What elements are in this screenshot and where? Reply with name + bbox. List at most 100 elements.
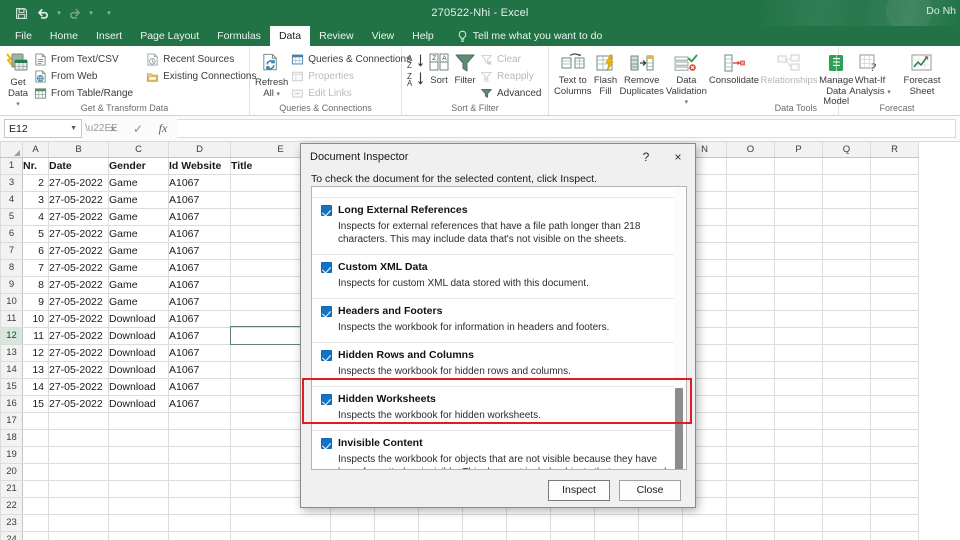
- cell-I24[interactable]: [463, 531, 507, 540]
- cell-A3[interactable]: 2: [23, 174, 49, 191]
- row-header-20[interactable]: 20: [1, 463, 23, 480]
- name-box[interactable]: E12 ▼: [4, 119, 82, 138]
- cell-A5[interactable]: 4: [23, 208, 49, 225]
- save-icon[interactable]: [10, 2, 32, 24]
- cell-C24[interactable]: [109, 531, 169, 540]
- cell-P12[interactable]: [775, 327, 823, 344]
- cell-C6[interactable]: Game: [109, 225, 169, 242]
- cell-O13[interactable]: [727, 344, 775, 361]
- close-button[interactable]: Close: [619, 480, 681, 501]
- inspector-options-list[interactable]: Inspects the document for ink.Long Exter…: [311, 186, 687, 470]
- cell-C17[interactable]: [109, 412, 169, 429]
- cell-D20[interactable]: [169, 463, 231, 480]
- cell-C11[interactable]: Download: [109, 310, 169, 327]
- cell-O23[interactable]: [727, 514, 775, 531]
- row-header-8[interactable]: 8: [1, 259, 23, 276]
- tab-data[interactable]: Data: [270, 26, 310, 46]
- customize-qat-icon[interactable]: ▾: [104, 9, 114, 17]
- row-header-22[interactable]: 22: [1, 497, 23, 514]
- tab-page-layout[interactable]: Page Layout: [131, 26, 208, 46]
- cell-L24[interactable]: [595, 531, 639, 540]
- cell-C1[interactable]: Gender: [109, 157, 169, 174]
- sort-ascending-icon[interactable]: AZ: [407, 52, 425, 69]
- cell-C19[interactable]: [109, 446, 169, 463]
- row-header-17[interactable]: 17: [1, 412, 23, 429]
- advanced-filter-button[interactable]: Advanced: [479, 85, 545, 101]
- cell-R17[interactable]: [871, 412, 919, 429]
- cell-R15[interactable]: [871, 378, 919, 395]
- cell-A16[interactable]: 15: [23, 395, 49, 412]
- inspector-option-partial[interactable]: Inspects the document for ink.: [312, 186, 687, 198]
- insert-function-icon[interactable]: fx: [152, 121, 174, 136]
- cell-C9[interactable]: Game: [109, 276, 169, 293]
- column-header-q[interactable]: Q: [823, 142, 871, 157]
- cell-O20[interactable]: [727, 463, 775, 480]
- cell-C18[interactable]: [109, 429, 169, 446]
- data-validation-button[interactable]: DataValidation ▾: [666, 49, 707, 109]
- cell-A4[interactable]: 3: [23, 191, 49, 208]
- row-header-10[interactable]: 10: [1, 293, 23, 310]
- cell-C3[interactable]: Game: [109, 174, 169, 191]
- cell-Q16[interactable]: [823, 395, 871, 412]
- cell-F24[interactable]: [331, 531, 375, 540]
- formula-bar-expand-icon[interactable]: \u22EE: [85, 123, 99, 134]
- cell-K23[interactable]: [551, 514, 595, 531]
- cell-Q3[interactable]: [823, 174, 871, 191]
- cell-B5[interactable]: 27-05-2022: [49, 208, 109, 225]
- cell-Q7[interactable]: [823, 242, 871, 259]
- cell-Q13[interactable]: [823, 344, 871, 361]
- inspector-option-hidden-worksheets[interactable]: Hidden WorksheetsInspects the workbook f…: [312, 387, 687, 431]
- cell-B10[interactable]: 27-05-2022: [49, 293, 109, 310]
- cell-R24[interactable]: [871, 531, 919, 540]
- cell-P7[interactable]: [775, 242, 823, 259]
- cell-B8[interactable]: 27-05-2022: [49, 259, 109, 276]
- cell-D13[interactable]: A1067: [169, 344, 231, 361]
- cell-D24[interactable]: [169, 531, 231, 540]
- cell-O5[interactable]: [727, 208, 775, 225]
- column-header-a[interactable]: A: [23, 142, 49, 157]
- cell-B11[interactable]: 27-05-2022: [49, 310, 109, 327]
- cell-C23[interactable]: [109, 514, 169, 531]
- flash-fill-button[interactable]: FlashFill: [594, 49, 618, 97]
- cell-D7[interactable]: A1067: [169, 242, 231, 259]
- checkbox-hidden-rows-and-columns[interactable]: [321, 350, 332, 361]
- cell-R20[interactable]: [871, 463, 919, 480]
- cell-H23[interactable]: [419, 514, 463, 531]
- cell-E24[interactable]: [231, 531, 331, 540]
- cell-K24[interactable]: [551, 531, 595, 540]
- close-icon[interactable]: ×: [661, 144, 695, 169]
- cell-D15[interactable]: A1067: [169, 378, 231, 395]
- row-header-23[interactable]: 23: [1, 514, 23, 531]
- cell-B21[interactable]: [49, 480, 109, 497]
- cell-R6[interactable]: [871, 225, 919, 242]
- cell-B14[interactable]: 27-05-2022: [49, 361, 109, 378]
- tab-file[interactable]: File: [6, 26, 41, 46]
- cell-R14[interactable]: [871, 361, 919, 378]
- row-header-5[interactable]: 5: [1, 208, 23, 225]
- cell-R1[interactable]: [871, 157, 919, 174]
- cell-P4[interactable]: [775, 191, 823, 208]
- column-header-b[interactable]: B: [49, 142, 109, 157]
- cell-P20[interactable]: [775, 463, 823, 480]
- tab-home[interactable]: Home: [41, 26, 87, 46]
- tell-me-search[interactable]: Tell me what you want to do: [457, 26, 603, 46]
- text-to-columns-button[interactable]: Text toColumns: [554, 49, 592, 97]
- cell-B9[interactable]: 27-05-2022: [49, 276, 109, 293]
- column-header-o[interactable]: O: [727, 142, 775, 157]
- cell-O17[interactable]: [727, 412, 775, 429]
- cell-A7[interactable]: 6: [23, 242, 49, 259]
- from-table-range-button[interactable]: From Table/Range: [33, 85, 137, 101]
- cell-D11[interactable]: A1067: [169, 310, 231, 327]
- cell-C4[interactable]: Game: [109, 191, 169, 208]
- cell-D8[interactable]: A1067: [169, 259, 231, 276]
- row-header-3[interactable]: 3: [1, 174, 23, 191]
- inspector-option-long-external-references[interactable]: Long External ReferencesInspects for ext…: [312, 198, 687, 255]
- cell-B24[interactable]: [49, 531, 109, 540]
- cell-O4[interactable]: [727, 191, 775, 208]
- consolidate-button[interactable]: Consolidate: [709, 49, 759, 87]
- cell-Q20[interactable]: [823, 463, 871, 480]
- checkbox-long-external-references[interactable]: [321, 205, 332, 216]
- cell-C10[interactable]: Game: [109, 293, 169, 310]
- cell-B18[interactable]: [49, 429, 109, 446]
- help-icon[interactable]: ?: [631, 144, 661, 169]
